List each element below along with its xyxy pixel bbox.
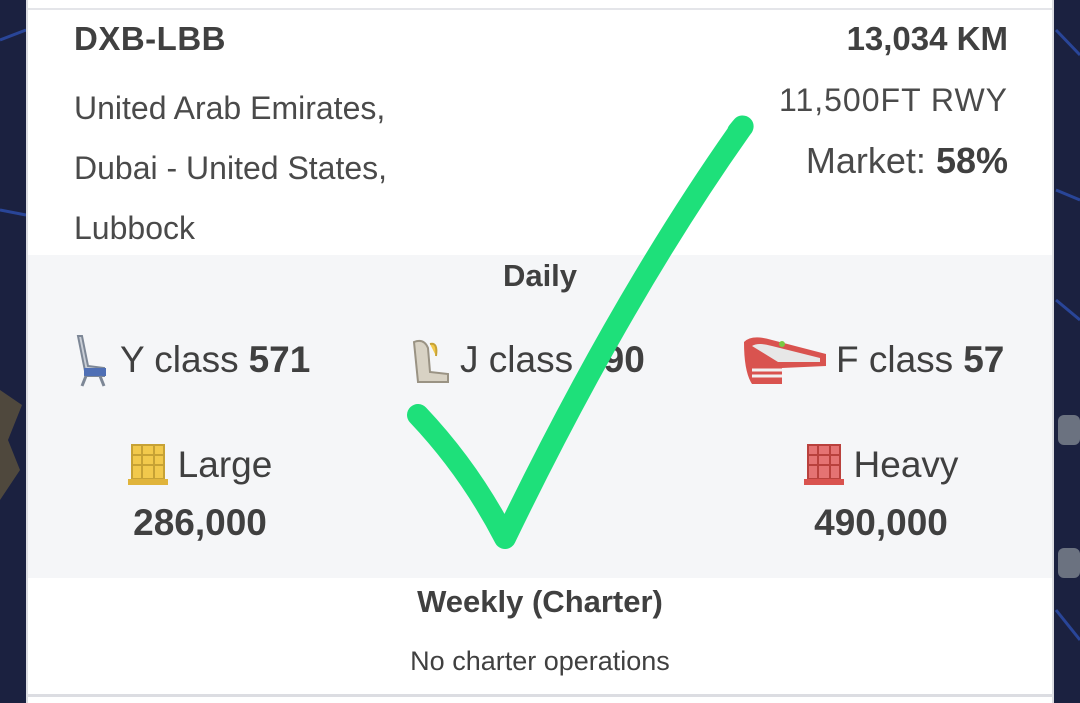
large-cargo-demand: Large 286,000 xyxy=(80,440,320,544)
heavy-cargo-icon xyxy=(803,443,844,487)
f-class-demand: F class 57 xyxy=(742,332,1004,388)
heavy-cargo-demand: Heavy 490,000 xyxy=(761,440,1001,544)
j-class-value: 490 xyxy=(583,339,645,380)
route-description: United Arab Emirates, Dubai - United Sta… xyxy=(74,90,388,246)
divider xyxy=(28,8,1052,10)
y-class-demand: Y class 571 xyxy=(72,332,310,388)
business-seat-icon xyxy=(410,336,452,384)
charter-status: No charter operations xyxy=(410,646,670,676)
large-cargo-icon xyxy=(127,443,168,487)
market-share: Market: 58% xyxy=(806,140,1008,182)
runway-length: 11,500FT RWY xyxy=(779,82,1008,118)
route-code: DXB-LBB xyxy=(74,20,226,57)
heavy-cargo-label: Heavy xyxy=(853,444,959,485)
market-label: Market: xyxy=(805,140,926,181)
j-class-label: J class xyxy=(460,339,574,380)
large-cargo-value: 286,000 xyxy=(133,502,267,543)
y-class-label: Y class xyxy=(120,339,239,380)
divider xyxy=(28,694,1052,697)
j-class-demand: J class 490 xyxy=(410,332,645,388)
f-class-value: 57 xyxy=(963,339,1005,380)
economy-seat-icon xyxy=(72,332,112,388)
first-class-seat-icon xyxy=(742,332,828,388)
daily-title: Daily xyxy=(502,258,578,293)
heavy-cargo-value: 490,000 xyxy=(814,502,948,543)
y-class-value: 571 xyxy=(248,339,311,380)
route-distance: 13,034 KM xyxy=(846,20,1008,57)
weekly-charter-title: Weekly (Charter) xyxy=(417,584,663,619)
market-value: 58% xyxy=(935,140,1008,181)
route-card: DXB-LBB United Arab Emirates, Dubai - Un… xyxy=(28,0,1052,703)
f-class-label: F class xyxy=(836,339,954,380)
large-cargo-label: Large xyxy=(177,444,273,485)
